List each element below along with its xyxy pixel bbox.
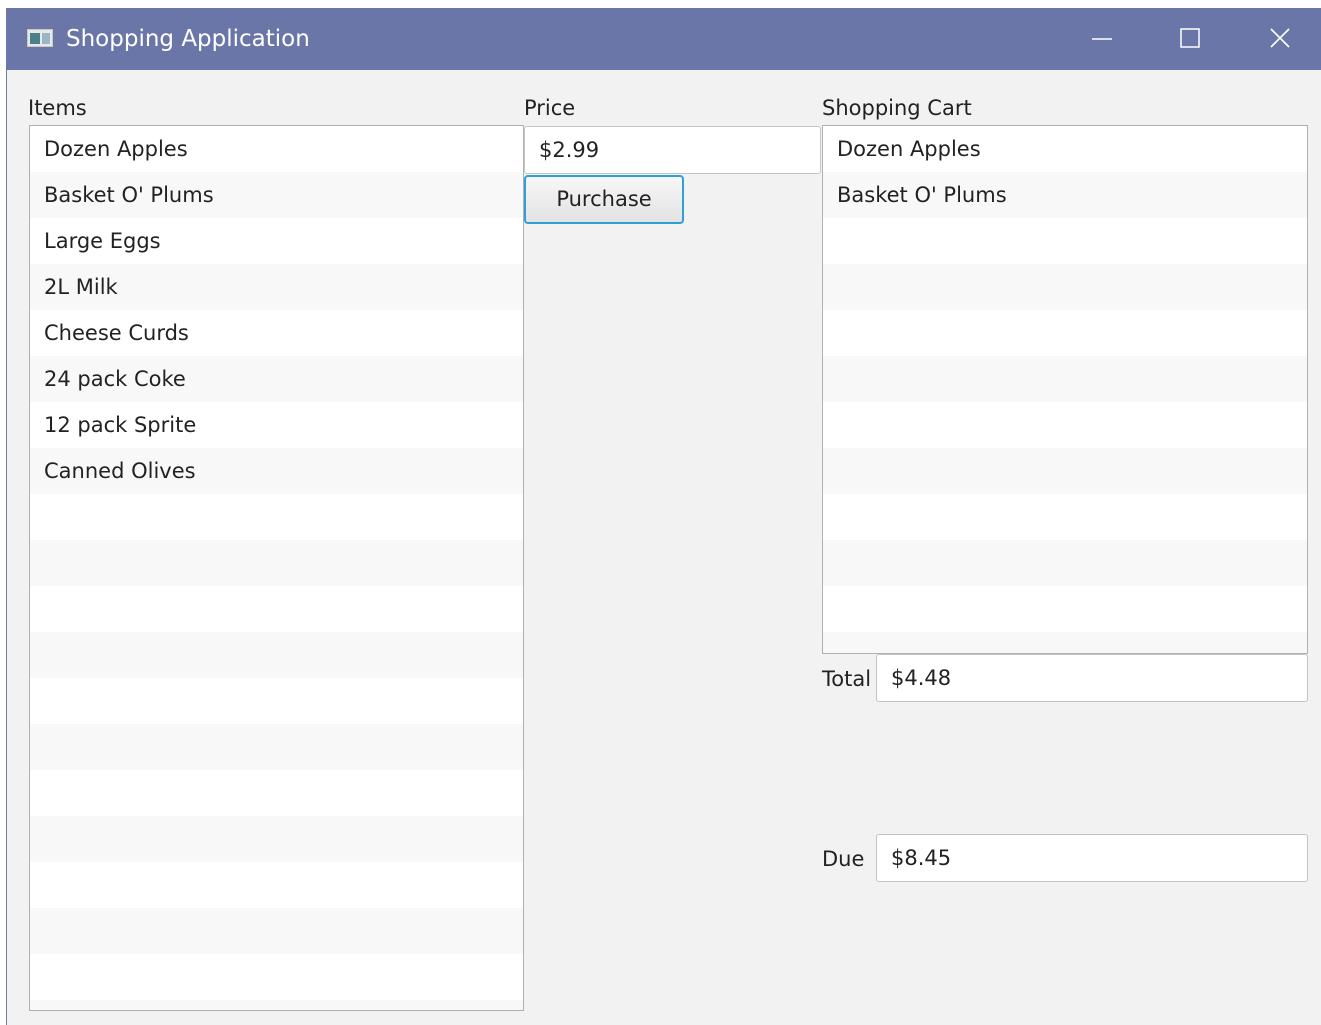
total-field[interactable]: $4.48 <box>876 654 1308 702</box>
empty-list-row <box>823 218 1307 264</box>
close-icon <box>1270 28 1290 48</box>
empty-list-row <box>823 494 1307 540</box>
items-list-item[interactable]: 24 pack Coke <box>30 356 523 402</box>
window-title: Shopping Application <box>66 26 310 52</box>
empty-list-row <box>30 1000 523 1010</box>
items-list-item[interactable]: Large Eggs <box>30 218 523 264</box>
empty-list-row <box>30 954 523 1000</box>
shopping-cart-label: Shopping Cart <box>822 96 972 120</box>
app-window-icon <box>27 29 53 47</box>
empty-list-row <box>823 402 1307 448</box>
empty-list-row <box>30 540 523 586</box>
empty-list-row <box>30 908 523 954</box>
empty-list-row <box>30 862 523 908</box>
items-label: Items <box>28 96 87 120</box>
shopping-cart-list[interactable]: Dozen Apples Basket O' Plums <box>822 125 1308 654</box>
due-label: Due <box>822 847 865 871</box>
total-label: Total <box>822 667 872 691</box>
empty-list-row <box>823 632 1307 653</box>
items-list-item[interactable]: 2L Milk <box>30 264 523 310</box>
due-field[interactable]: $8.45 <box>876 834 1308 882</box>
cart-list-item[interactable]: Dozen Apples <box>823 126 1307 172</box>
minimize-icon <box>1092 38 1112 40</box>
empty-list-row <box>823 448 1307 494</box>
empty-list-row <box>823 264 1307 310</box>
empty-list-row <box>30 816 523 862</box>
empty-list-row <box>823 540 1307 586</box>
empty-list-row <box>823 586 1307 632</box>
cart-list-item[interactable]: Basket O' Plums <box>823 172 1307 218</box>
empty-list-row <box>823 310 1307 356</box>
price-field[interactable]: $2.99 <box>524 126 821 174</box>
minimize-button[interactable] <box>1057 8 1147 70</box>
title-bar[interactable]: Shopping Application <box>7 8 1321 70</box>
items-list-item[interactable]: Dozen Apples <box>30 126 523 172</box>
price-label: Price <box>524 96 576 120</box>
empty-list-row <box>30 586 523 632</box>
empty-list-row <box>30 494 523 540</box>
maximize-button[interactable] <box>1145 8 1235 70</box>
maximize-icon <box>1180 28 1200 48</box>
items-list-item[interactable]: 12 pack Sprite <box>30 402 523 448</box>
empty-list-row <box>30 632 523 678</box>
items-list-item[interactable]: Cheese Curds <box>30 310 523 356</box>
items-list-item[interactable]: Basket O' Plums <box>30 172 523 218</box>
purchase-button[interactable]: Purchase <box>524 175 684 224</box>
empty-list-row <box>823 356 1307 402</box>
items-list[interactable]: Dozen Apples Basket O' Plums Large Eggs 2L … <box>29 125 524 1011</box>
app-window: Shopping Application Items Dozen Apples B… <box>6 8 1321 1025</box>
items-list-item[interactable]: Canned Olives <box>30 448 523 494</box>
empty-list-row <box>30 678 523 724</box>
empty-list-row <box>30 724 523 770</box>
close-button[interactable] <box>1235 8 1321 70</box>
empty-list-row <box>30 770 523 816</box>
